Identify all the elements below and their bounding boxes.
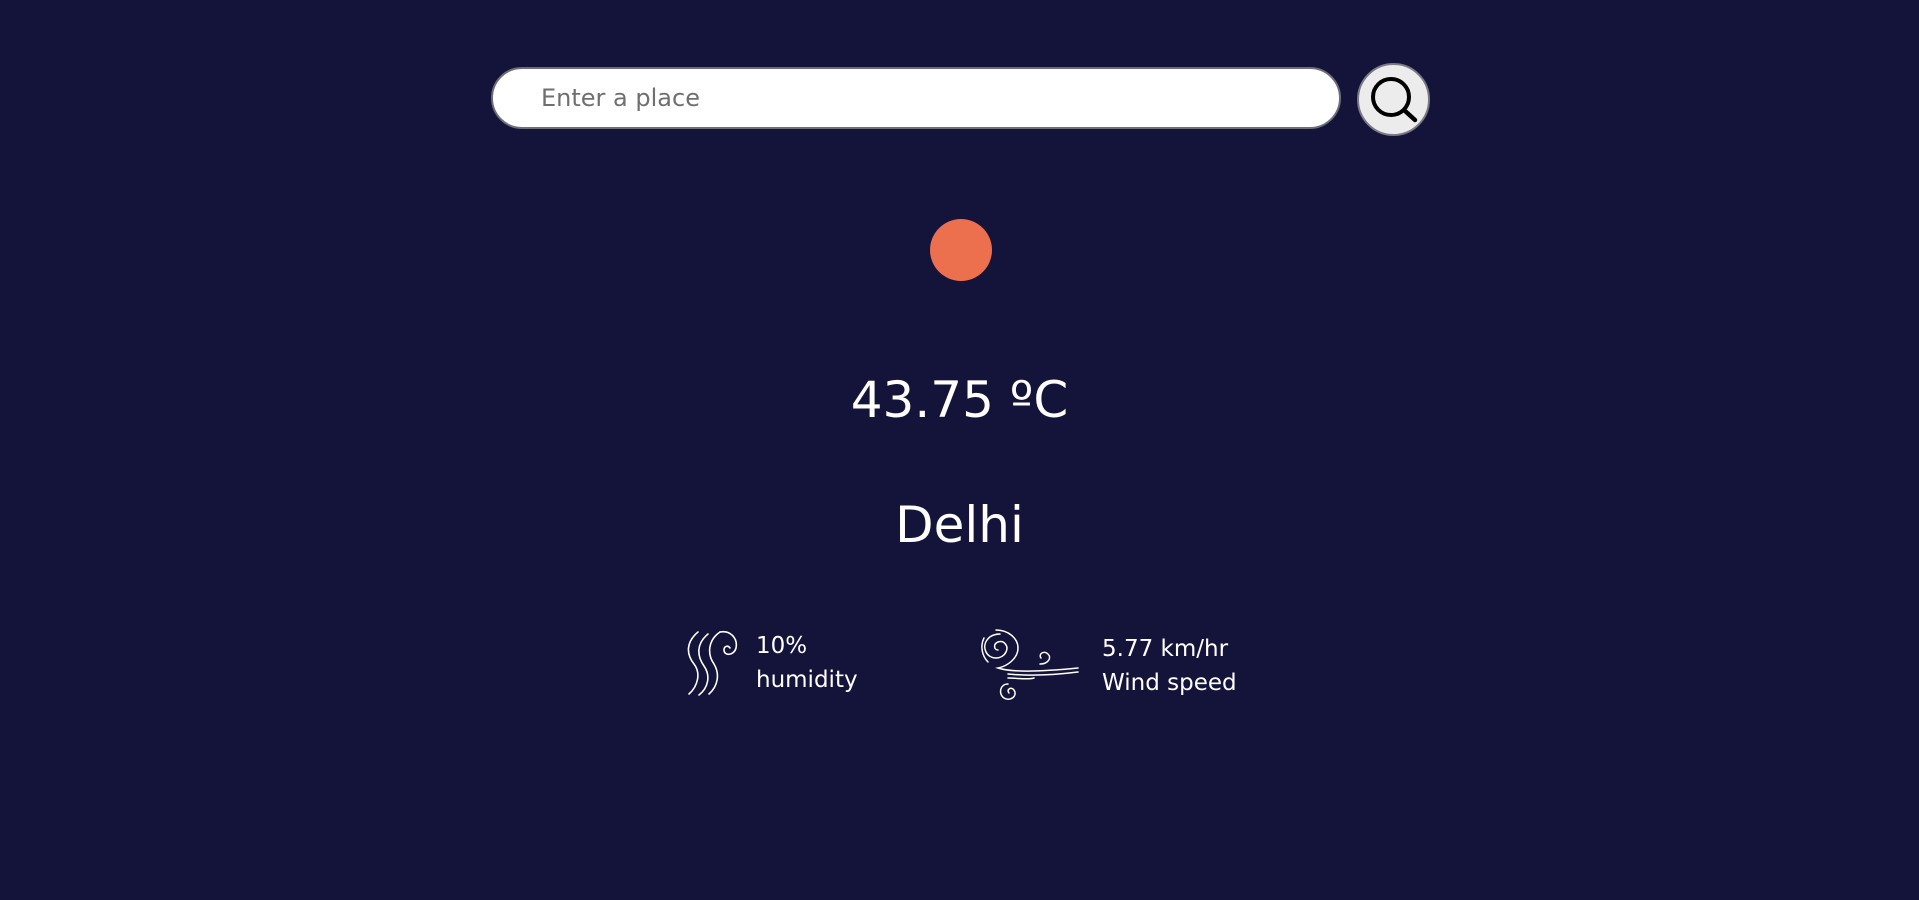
wind-icon [978,628,1082,704]
humidity-icon [684,628,740,698]
search-bar [491,67,1341,129]
wind-text: 5.77 km/hr Wind speed [1102,632,1237,700]
humidity-value: 10% [756,633,808,659]
humidity-detail: 10% humidity [684,628,858,698]
city-name: Delhi [895,496,1024,554]
search-icon [1370,76,1417,122]
wind-value: 5.77 km/hr [1102,636,1229,662]
wind-detail: 5.77 km/hr Wind speed [978,628,1237,704]
humidity-label: humidity [756,667,858,693]
temperature: 43.75 ºC [850,371,1069,429]
search-input[interactable] [493,69,1339,127]
wind-label: Wind speed [1102,670,1237,696]
search-button[interactable] [1357,63,1430,136]
sun-icon [930,219,992,281]
weather-app: 43.75 ºC Delhi 10% humidity [0,0,1919,900]
humidity-text: 10% humidity [756,629,858,697]
